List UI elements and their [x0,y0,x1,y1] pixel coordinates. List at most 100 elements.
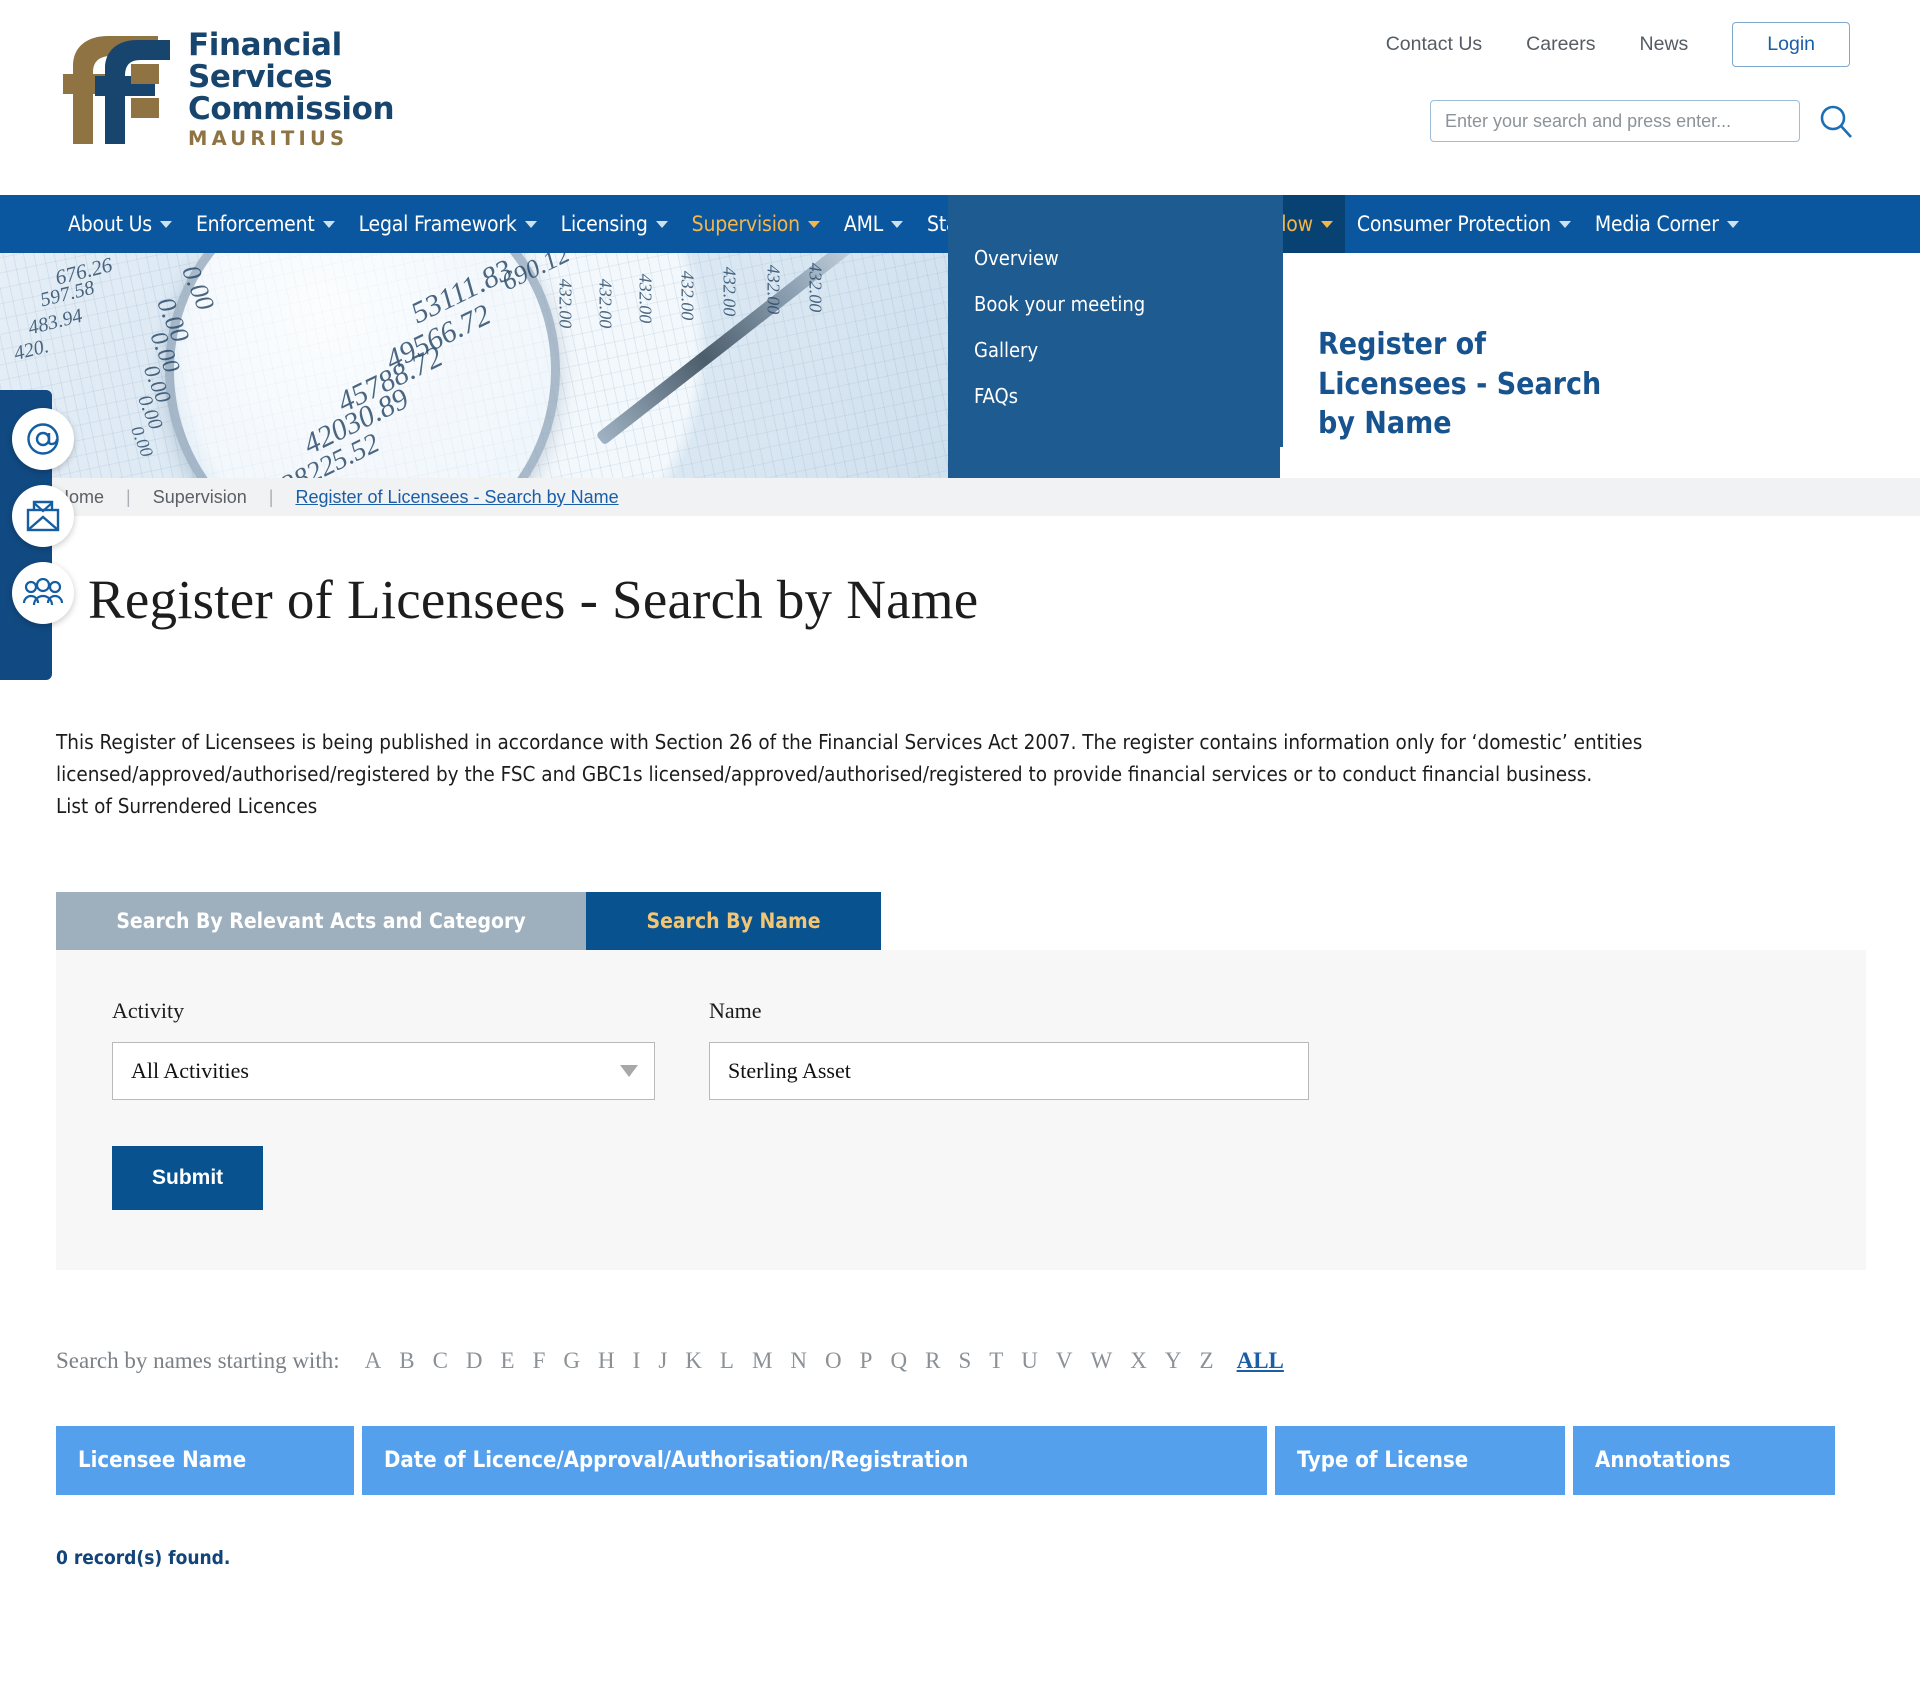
alpha-letter-v[interactable]: V [1047,1348,1082,1374]
alpha-letter-j[interactable]: J [649,1348,676,1374]
nav-label: About Us [68,212,152,236]
hero-number: 432.00 [555,278,576,329]
header-link-news[interactable]: News [1618,33,1711,56]
alpha-letter-u[interactable]: U [1012,1348,1047,1374]
nav-item-consumer-protection[interactable]: Consumer Protection [1345,195,1583,253]
alpha-letter-t[interactable]: T [980,1348,1012,1374]
intro-paragraph: This Register of Licensees is being publ… [56,727,1864,822]
page-title: Register of Licensees - Search by Name [88,569,979,630]
nav-item-enforcement[interactable]: Enforcement [184,195,347,253]
search-form-row: Activity All Activities Name [112,998,1866,1101]
header-utility-links: Contact Us Careers News Login [1364,22,1850,67]
brand-line-3: Commission [188,90,395,127]
chevron-down-icon [1558,220,1571,228]
chevron-down-icon [1726,220,1739,228]
intro-line-3: List of Surrendered Licences [56,793,318,818]
fsc-single-window-dropdown: Overview Book your meeting Gallery FAQs [948,195,1283,447]
alpha-letter-q[interactable]: Q [881,1348,916,1374]
breadcrumb-current[interactable]: Register of Licensees - Search by Name [295,487,618,508]
login-button[interactable]: Login [1732,22,1850,67]
fsc-logo[interactable]: Financial Services Commission MAURITIUS [63,27,395,150]
alpha-letter-l[interactable]: L [711,1348,743,1374]
results-table-header: Licensee Name Date of Licence/Approval/A… [56,1426,1864,1496]
alphabet-filter-label: Search by names starting with: [56,1348,340,1374]
alpha-letter-w[interactable]: W [1082,1348,1122,1374]
search-input[interactable] [1430,100,1800,142]
alpha-letter-x[interactable]: X [1121,1348,1156,1374]
chevron-down-icon [159,220,172,228]
chevron-down-icon [1320,220,1333,228]
search-tabs: Search By Relevant Acts and Category Sea… [56,892,1864,951]
people-group-icon[interactable] [12,562,74,624]
chevron-down-icon [524,220,537,228]
search-icon[interactable] [1816,101,1856,141]
dropdown-item-overview[interactable]: Overview [948,235,1283,281]
dropdown-item-book-your-meeting[interactable]: Book your meeting [948,281,1283,327]
fsc-logo-mark-icon [63,34,170,145]
header-search [1430,100,1856,142]
breadcrumb-separator: | [268,486,274,507]
alpha-letter-r[interactable]: R [916,1348,949,1374]
nav-item-about-us[interactable]: About Us [56,195,184,253]
nav-item-licensing[interactable]: Licensing [549,195,680,253]
tab-search-by-name[interactable]: Search By Name [586,892,881,951]
activity-field-group: Activity All Activities [112,998,655,1101]
alpha-letter-f[interactable]: F [524,1348,555,1374]
column-header-date-of-licence[interactable]: Date of Licence/Approval/Authorisation/R… [362,1426,1267,1496]
chevron-down-icon [620,1065,638,1078]
hero-number: 432.00 [763,264,784,315]
at-sign-icon[interactable] [12,408,74,470]
hero-number: 432.00 [595,278,616,329]
tab-search-by-relevant-acts-and-category[interactable]: Search By Relevant Acts and Category [56,892,586,951]
envelope-icon[interactable] [12,485,74,547]
alpha-letter-a[interactable]: A [356,1348,391,1374]
alpha-letter-c[interactable]: C [424,1348,457,1374]
nav-item-media-corner[interactable]: Media Corner [1583,195,1751,253]
nav-label: Enforcement [195,212,315,236]
breadcrumb-separator: | [126,486,131,507]
column-header-licensee-name[interactable]: Licensee Name [56,1426,354,1496]
alpha-filter-all[interactable]: ALL [1237,1348,1284,1374]
nav-item-aml[interactable]: AML [832,195,915,253]
hero-number: 432.00 [677,270,698,321]
alpha-letter-h[interactable]: H [589,1348,624,1374]
name-field-group: Name [709,998,1309,1101]
alpha-letter-d[interactable]: D [457,1348,492,1374]
breadcrumb-supervision[interactable]: Supervision [153,487,247,508]
nav-label: Media Corner [1594,212,1719,236]
alpha-letter-s[interactable]: S [949,1348,980,1374]
record-count: 0 record(s) found. [56,1547,231,1570]
header-link-careers[interactable]: Careers [1504,33,1617,56]
alpha-letter-z[interactable]: Z [1191,1348,1223,1374]
activity-select[interactable]: All Activities [112,1042,655,1101]
dropdown-item-gallery[interactable]: Gallery [948,327,1283,373]
intro-line-1: This Register of Licensees is being publ… [56,730,1643,754]
column-header-type-of-license[interactable]: Type of License [1275,1426,1565,1496]
chevron-down-icon [807,220,820,228]
name-input[interactable] [709,1042,1309,1101]
alpha-letter-i[interactable]: I [624,1348,650,1374]
alpha-letter-k[interactable]: K [676,1348,711,1374]
alpha-letter-n[interactable]: N [781,1348,816,1374]
column-header-annotations[interactable]: Annotations [1573,1426,1835,1496]
alpha-letter-m[interactable]: M [743,1348,781,1374]
nav-item-supervision[interactable]: Supervision [680,195,832,253]
brand-line-2: Services [188,58,333,95]
breadcrumb: Home | Supervision | Register of License… [0,478,1920,516]
alpha-letter-y[interactable]: Y [1156,1348,1191,1374]
nav-label: AML [843,212,884,236]
alpha-letter-p[interactable]: P [851,1348,882,1374]
brand-line-1: Financial [188,27,342,63]
brand-country: MAURITIUS [188,126,349,150]
hero-number: 432.00 [719,266,740,317]
nav-item-legal-framework[interactable]: Legal Framework [347,195,549,253]
alpha-letter-b[interactable]: B [390,1348,423,1374]
header-link-contact-us[interactable]: Contact Us [1364,33,1504,56]
alpha-letter-o[interactable]: O [816,1348,851,1374]
alpha-letter-g[interactable]: G [554,1348,589,1374]
hero-number: 432.00 [805,262,826,313]
dropdown-item-faqs[interactable]: FAQs [948,373,1283,419]
alpha-letter-e[interactable]: E [492,1348,524,1374]
fsc-logo-text: Financial Services Commission MAURITIUS [188,27,395,150]
submit-button[interactable]: Submit [112,1146,264,1211]
